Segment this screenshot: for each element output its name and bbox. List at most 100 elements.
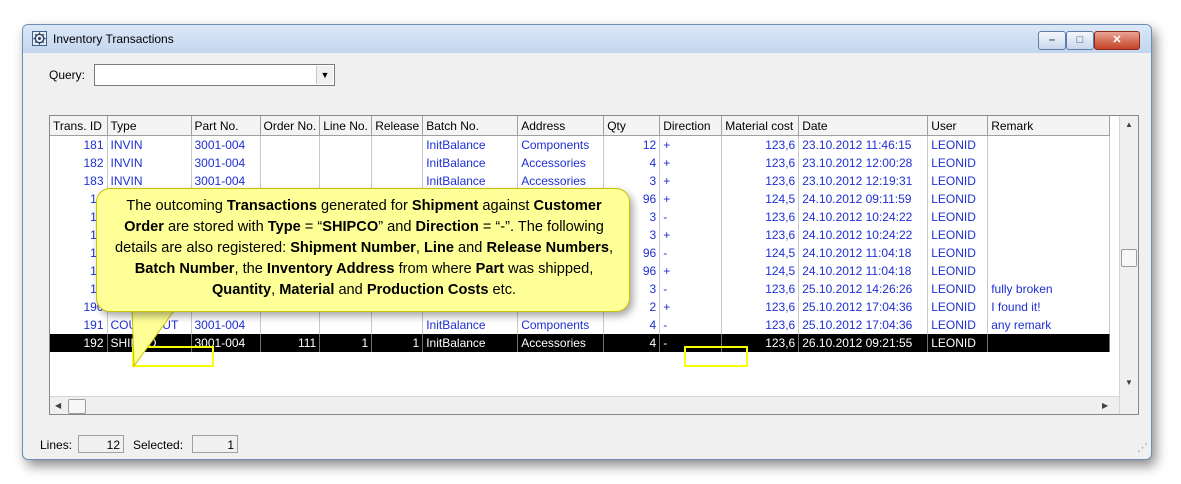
table-cell: LEONID [927, 298, 989, 316]
table-row[interactable]: 181 INVIN 3001-004 InitBalance Components 12 +… [50, 135, 1111, 154]
close-icon: ✕ [1112, 34, 1122, 46]
table-cell: 23.10.2012 11:46:15 [798, 135, 929, 154]
column-header[interactable]: Trans. ID [50, 116, 108, 136]
callout-segment: and [334, 282, 367, 298]
table-cell: 181 [50, 135, 108, 154]
table-cell [987, 226, 1111, 244]
table-cell: 4 [603, 334, 661, 352]
header-row: Trans. ID Type Part No. Order No. Line No. Re… [50, 116, 1111, 136]
maximize-button[interactable]: □ [1066, 31, 1094, 50]
scroll-up-arrow-icon[interactable]: ▲ [1125, 120, 1133, 129]
vertical-scroll-thumb[interactable] [1121, 249, 1137, 267]
close-button[interactable]: ✕ [1094, 31, 1140, 50]
column-header[interactable]: Address [517, 116, 605, 136]
table-cell: 3001-004 [191, 154, 261, 172]
table-cell: 191 [50, 316, 108, 334]
gear-icon [32, 31, 47, 46]
table-cell: 24.10.2012 10:24:22 [798, 208, 929, 226]
table-cell: - [659, 244, 723, 262]
column-header[interactable]: Remark [987, 116, 1111, 136]
table-cell [371, 135, 424, 154]
column-header[interactable]: Material cost [721, 116, 800, 136]
callout-segment: are stored with [163, 219, 268, 235]
selected-label: Selected: [133, 438, 184, 452]
table-cell: + [659, 190, 723, 208]
column-header[interactable]: Line No. [319, 116, 373, 136]
table-cell [987, 172, 1111, 190]
callout-segment: Batch Number [134, 261, 235, 277]
table-cell: LEONID [927, 262, 989, 280]
callout-segment: and [453, 240, 487, 256]
column-header[interactable]: Part No. [191, 116, 261, 136]
callout-segment: = “ [300, 219, 323, 235]
table-cell [987, 135, 1111, 154]
callout-segment: The outcoming [126, 198, 227, 214]
table-cell: - [659, 316, 723, 334]
column-header[interactable]: Order No. [260, 116, 321, 136]
table-cell [260, 316, 321, 334]
table-cell: 124,5 [721, 244, 800, 262]
vertical-scrollbar[interactable]: ▲ ▼ [1119, 116, 1138, 414]
horizontal-scroll-thumb[interactable] [68, 399, 86, 414]
table-cell: 1 [319, 334, 373, 352]
callout-text: The outcoming Transactions generated for… [109, 196, 619, 301]
table-cell [371, 154, 424, 172]
resize-grip-icon[interactable]: ⋰ [1137, 441, 1148, 454]
table-cell: 25.10.2012 17:04:36 [798, 298, 929, 316]
table-cell: any remark [987, 316, 1111, 334]
table-cell: INVIN [107, 135, 192, 154]
callout-segment: was shipped, [504, 261, 594, 277]
column-header[interactable]: Date [798, 116, 929, 136]
table-cell: Components [517, 135, 605, 154]
minimize-button[interactable]: – [1038, 31, 1066, 50]
table-cell: LEONID [927, 172, 989, 190]
table-cell [987, 334, 1111, 352]
table-cell: 183 [50, 172, 108, 190]
chevron-down-icon[interactable]: ▼ [316, 66, 333, 84]
column-header[interactable]: User [927, 116, 989, 136]
table-cell: 24.10.2012 09:11:59 [798, 190, 929, 208]
table-cell: 23.10.2012 12:19:31 [798, 172, 929, 190]
table-cell: 123,6 [721, 172, 800, 190]
column-header[interactable]: Qty [603, 116, 661, 136]
scroll-left-arrow-icon[interactable]: ◀ [55, 401, 61, 410]
table-cell [987, 244, 1111, 262]
callout-segment: Shipment Number [290, 240, 416, 256]
column-header[interactable]: Type [107, 116, 192, 136]
table-row[interactable]: 182 INVIN 3001-004 InitBalance Accessories 4 +… [50, 154, 1111, 172]
table-cell: 123,6 [721, 135, 800, 154]
table-cell: Components [517, 316, 605, 334]
table-cell: 124,5 [721, 190, 800, 208]
table-cell: + [659, 135, 723, 154]
callout-segment: , [415, 240, 424, 256]
callout-segment: Inventory Address [266, 261, 395, 277]
title-bar[interactable]: Inventory Transactions – □ ✕ [23, 25, 1151, 53]
table-cell: LEONID [927, 226, 989, 244]
callout-segment: Shipment [411, 198, 479, 214]
table-cell: 123,6 [721, 226, 800, 244]
table-cell: 23.10.2012 12:00:28 [798, 154, 929, 172]
column-header[interactable]: Release [371, 116, 424, 136]
table-cell: 123,6 [721, 280, 800, 298]
callout-segment: , the [234, 261, 267, 277]
table-cell: LEONID [927, 280, 989, 298]
callout-segment: Quantity [211, 282, 272, 298]
scroll-right-arrow-icon[interactable]: ▶ [1102, 401, 1108, 410]
callout-segment: Production Costs [366, 282, 489, 298]
table-cell [987, 154, 1111, 172]
selected-count: 1 [192, 435, 238, 453]
table-cell: fully broken [987, 280, 1111, 298]
table-cell [987, 262, 1111, 280]
query-select[interactable]: ▼ [94, 64, 335, 86]
table-cell: - [659, 280, 723, 298]
table-row[interactable]: 191 COUNTOUT 3001-004 InitBalance Components… [50, 316, 1111, 334]
table-cell: LEONID [927, 190, 989, 208]
table-cell: LEONID [927, 135, 989, 154]
column-header[interactable]: Batch No. [422, 116, 519, 136]
table-cell: 26.10.2012 09:21:55 [798, 334, 929, 352]
callout-segment: ” and [378, 219, 416, 235]
horizontal-scrollbar[interactable]: ◀ ▶ [50, 396, 1119, 414]
scroll-down-arrow-icon[interactable]: ▼ [1125, 378, 1133, 387]
table-cell [987, 190, 1111, 208]
column-header[interactable]: Direction [659, 116, 723, 136]
